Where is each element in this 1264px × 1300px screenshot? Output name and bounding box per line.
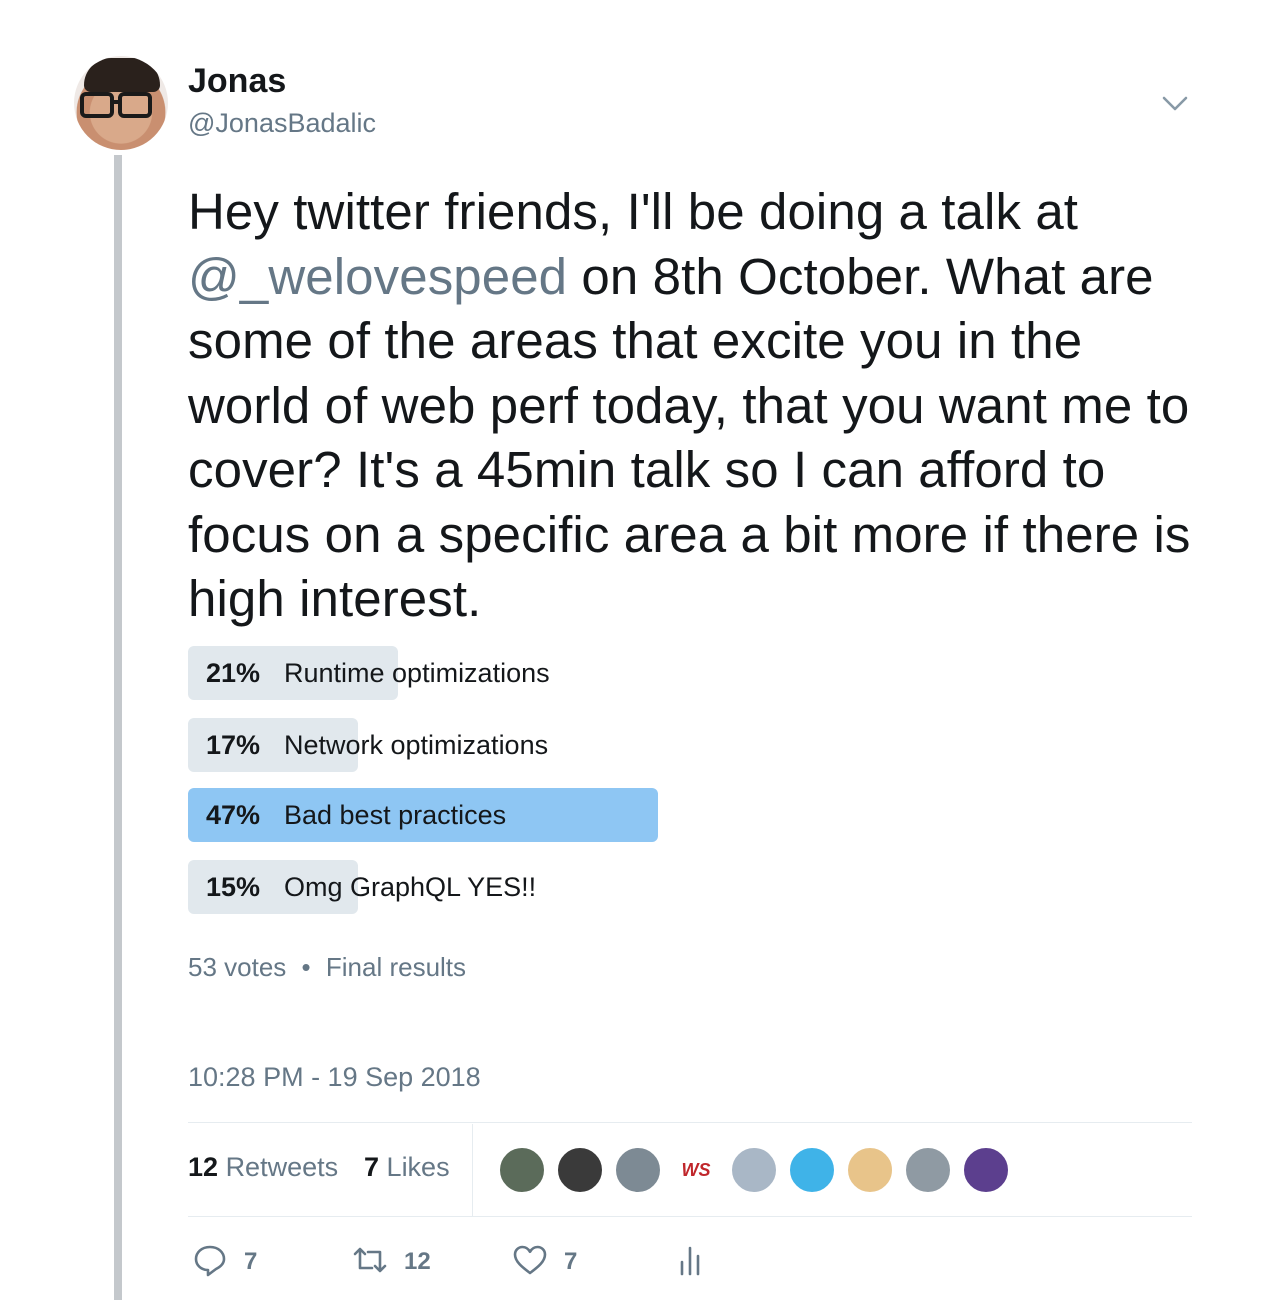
poll-votes: 53 votes (188, 952, 287, 982)
tweet-mention-link[interactable]: @_welovespeed (188, 248, 567, 305)
avatar-glasses-left (80, 92, 114, 118)
reply-icon (192, 1242, 228, 1283)
heart-icon (512, 1242, 548, 1283)
liker-avatar-text (500, 1148, 544, 1192)
poll-percent: 15% (206, 872, 261, 902)
liker-avatar[interactable] (614, 1146, 662, 1194)
retweet-button[interactable]: 12 (352, 1244, 431, 1280)
liker-avatar-text: WS (681, 1159, 711, 1180)
likes-count: 7 (364, 1152, 380, 1182)
poll-status: Final results (325, 952, 467, 982)
likes-label: Likes (386, 1152, 450, 1182)
reply-button[interactable]: 7 (192, 1244, 257, 1280)
poll-option: 47% Bad best practices (188, 788, 888, 842)
liker-avatar-text (906, 1148, 950, 1192)
liker-avatar-text (732, 1148, 776, 1192)
liker-avatar-text (616, 1148, 660, 1192)
liker-avatar[interactable] (846, 1146, 894, 1194)
analytics-button[interactable] (672, 1244, 708, 1280)
tweet-timestamp[interactable]: 10:28 PM - 19 Sep 2018 (188, 1062, 481, 1093)
reply-count: 7 (244, 1248, 258, 1275)
retweet-count: 12 (404, 1248, 431, 1275)
liker-avatar[interactable] (498, 1146, 546, 1194)
author-name[interactable]: Jonas (188, 62, 286, 101)
author-avatar[interactable] (74, 56, 168, 150)
liker-avatar-text (964, 1148, 1008, 1192)
liker-avatar-text (558, 1148, 602, 1192)
like-button[interactable]: 7 (512, 1244, 577, 1280)
poll-option-label: Omg GraphQL YES!! (284, 872, 537, 902)
poll-option: 21% Runtime optimizations (188, 646, 888, 700)
stats-divider (472, 1124, 473, 1216)
chevron-down-icon[interactable] (1160, 88, 1190, 118)
retweets-stat[interactable]: 12 Retweets (188, 1152, 338, 1183)
poll-percent: 21% (206, 658, 261, 688)
liker-avatar[interactable] (904, 1146, 952, 1194)
poll-option-label: Bad best practices (284, 800, 507, 830)
thread-line (114, 155, 122, 1300)
retweets-count: 12 (188, 1152, 219, 1182)
poll-percent: 17% (206, 730, 261, 760)
retweet-icon (352, 1242, 388, 1283)
avatar-glasses-right (118, 92, 152, 118)
liker-avatar-text (790, 1148, 834, 1192)
author-handle[interactable]: @JonasBadalic (188, 108, 376, 139)
liker-avatar-text (848, 1148, 892, 1192)
liker-avatar[interactable] (556, 1146, 604, 1194)
like-count: 7 (564, 1248, 578, 1275)
poll-separator: • (301, 952, 311, 982)
liker-avatar[interactable] (788, 1146, 836, 1194)
poll-option-label: Runtime optimizations (284, 658, 550, 688)
poll-option: 17% Network optimizations (188, 718, 888, 772)
tweet-text: Hey twitter friends, I'll be doing a tal… (188, 180, 1198, 632)
liker-avatar[interactable]: WS (672, 1146, 720, 1194)
liker-avatar[interactable] (730, 1146, 778, 1194)
likes-stat[interactable]: 7 Likes (364, 1152, 450, 1183)
poll-option-label: Network optimizations (284, 730, 549, 760)
poll-meta: 53 votes • Final results (188, 952, 466, 983)
retweets-label: Retweets (225, 1152, 339, 1182)
liker-avatar[interactable] (962, 1146, 1010, 1194)
tweet-text-before: Hey twitter friends, I'll be doing a tal… (188, 183, 1079, 240)
analytics-icon (672, 1242, 708, 1283)
poll-percent: 47% (206, 800, 261, 830)
divider (188, 1122, 1192, 1123)
avatar-hair (84, 58, 160, 92)
divider (188, 1216, 1192, 1217)
poll-option: 15% Omg GraphQL YES!! (188, 860, 888, 914)
